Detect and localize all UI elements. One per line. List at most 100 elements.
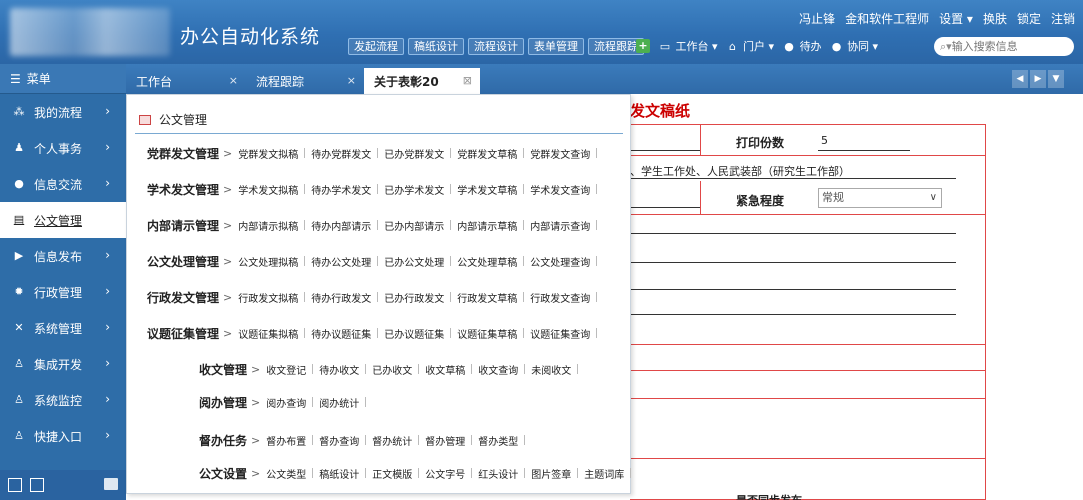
panel-link[interactable]: 待办内部请示 [311,218,371,233]
panel-row-title[interactable]: 公文设置 [155,465,247,482]
panel-link[interactable]: 公文处理拟稿 [238,254,298,269]
panel-link[interactable]: 督办查询 [319,433,359,448]
panel-link[interactable]: 督办类型 [478,433,518,448]
search-input[interactable] [951,40,1052,53]
panel-link[interactable]: 收文查询 [478,362,518,377]
panel-link[interactable]: 已办议题征集 [384,326,444,341]
plus-icon[interactable]: + [636,39,650,53]
panel-link[interactable]: 稿纸设计 [319,466,359,481]
panel-link[interactable]: 公文类型 [266,466,306,481]
urgency-select[interactable]: 常规 ∨ [818,188,942,208]
lock-link[interactable]: 锁定 [1017,10,1041,27]
panel-link[interactable]: 内部请示草稿 [457,218,517,233]
form-manage-button[interactable]: 表单管理 [528,38,584,55]
panel-row-title[interactable]: 阅办管理 [155,394,247,411]
panel-link[interactable]: 待办公文处理 [311,254,371,269]
panel-link[interactable]: 公文处理查询 [530,254,590,269]
panel-link[interactable]: 阅办查询 [266,395,306,410]
panel-link[interactable]: 督办管理 [425,433,465,448]
panel-row-title[interactable]: 公文处理管理 [127,253,219,270]
panel-link[interactable]: 议题征集草稿 [457,326,517,341]
tab-scroll-left-icon[interactable]: ◀ [1012,70,1028,88]
panel-link[interactable]: 行政发文草稿 [457,290,517,305]
panel-link[interactable]: 收文登记 [266,362,306,377]
tab-menu-icon[interactable]: ▼ [1048,70,1064,88]
panel-link[interactable]: 已办学术发文 [384,182,444,197]
user-role[interactable]: 金和软件工程师 [845,10,929,27]
panel-row-title[interactable]: 党群发文管理 [127,145,219,162]
close-tab-icon[interactable]: ⊠ [463,74,472,87]
sidebar-item-info-publish[interactable]: ▶ 信息发布 › [0,238,126,274]
user-name[interactable]: 冯止锋 [799,10,835,27]
panel-link[interactable]: 待办党群发文 [311,146,371,161]
panel-link[interactable]: 已办行政发文 [384,290,444,305]
sidebar-item-system-manage[interactable]: ✕ 系统管理 › [0,310,126,346]
collapse-sidebar-icon[interactable] [104,478,118,490]
sidebar-item-shortcut[interactable]: ♙ 快捷入口 › [0,418,126,454]
panel-row-title[interactable]: 督办任务 [155,432,247,449]
settings-link[interactable]: 设置 ▾ [939,10,973,27]
panel-link[interactable]: 已办党群发文 [384,146,444,161]
panel-row-title[interactable]: 议题征集管理 [127,325,219,342]
panel-link[interactable]: 正文模版 [372,466,412,481]
panel-link[interactable]: 行政发文拟稿 [238,290,298,305]
panel-link[interactable]: 收文草稿 [425,362,465,377]
panel-row-title[interactable]: 内部请示管理 [127,217,219,234]
panel-link[interactable]: 图片签章 [531,466,571,481]
panel-link[interactable]: 内部请示查询 [530,218,590,233]
sidebar-item-admin[interactable]: ✹ 行政管理 › [0,274,126,310]
panel-link[interactable]: 党群发文查询 [530,146,590,161]
sidebar-item-integration[interactable]: ♙ 集成开发 › [0,346,126,382]
tab-workbench[interactable]: 工作台 × [126,68,246,94]
panel-link[interactable]: 已办收文 [372,362,412,377]
panel-link[interactable]: 已办公文处理 [384,254,444,269]
logout-link[interactable]: 注销 [1051,10,1075,27]
sidebar-item-info-exchange[interactable]: ● 信息交流 › [0,166,126,202]
panel-link[interactable]: 学术发文草稿 [457,182,517,197]
panel-link[interactable]: 党群发文拟稿 [238,146,298,161]
panel-link[interactable]: 党群发文草稿 [457,146,517,161]
panel-link[interactable]: 主题词库 [584,466,624,481]
panel-link[interactable]: 督办布置 [266,433,306,448]
close-tab-icon[interactable]: × [347,74,356,87]
panel-link[interactable]: 已办内部请示 [384,218,444,233]
panel-link[interactable]: 行政发文查询 [530,290,590,305]
panel-link[interactable]: 待办学术发文 [311,182,371,197]
panel-link[interactable]: 公文处理草稿 [457,254,517,269]
sidebar-item-document-management[interactable]: ▤ 公文管理 [0,202,126,238]
tab-scroll-right-icon[interactable]: ▶ [1030,70,1046,88]
panel-link[interactable]: 议题征集拟稿 [238,326,298,341]
search-icon[interactable]: ⌕▾ [940,40,952,54]
recipients-value[interactable]: 、学生工作处、人民武装部（研究生工作部） [630,163,850,179]
panel-link[interactable]: 红头设计 [478,466,518,481]
sidebar-item-my-flow[interactable]: ⁂ 我的流程 › [0,94,126,130]
tab-flow-track[interactable]: 流程跟踪 × [246,68,364,94]
list-view-icon[interactable] [30,478,44,492]
todo-link[interactable]: ● 待办 [782,38,821,54]
workbench-menu[interactable]: ▭ 工作台 ▾ [658,38,718,54]
flow-design-button[interactable]: 流程设计 [468,38,524,55]
print-copies-value[interactable]: 5 [821,134,828,147]
panel-row-title[interactable]: 学术发文管理 [127,181,219,198]
panel-link[interactable]: 待办议题征集 [311,326,371,341]
sidebar-item-personal[interactable]: ♟ 个人事务 › [0,130,126,166]
panel-link[interactable]: 待办行政发文 [311,290,371,305]
close-tab-icon[interactable]: × [229,74,238,87]
panel-link[interactable]: 待办收文 [319,362,359,377]
panel-link[interactable]: 议题征集查询 [530,326,590,341]
panel-link[interactable]: 未阅收文 [531,362,571,377]
tab-commendation[interactable]: 关于表彰20 ⊠ [364,68,480,94]
panel-row-title[interactable]: 收文管理 [155,361,247,378]
panel-row-title[interactable]: 行政发文管理 [127,289,219,306]
panel-link[interactable]: 公文字号 [425,466,465,481]
panel-link[interactable]: 学术发文查询 [530,182,590,197]
panel-link[interactable]: 督办统计 [372,433,412,448]
sidebar-item-monitor[interactable]: ♙ 系统监控 › [0,382,126,418]
notify-menu[interactable]: ● 协同 ▾ [830,38,878,54]
grid-view-icon[interactable] [8,478,22,492]
skin-link[interactable]: 换肤 [983,10,1007,27]
draft-design-button[interactable]: 稿纸设计 [408,38,464,55]
portal-menu[interactable]: ⌂ 门户 ▾ [726,38,774,54]
start-flow-button[interactable]: 发起流程 [348,38,404,55]
panel-link[interactable]: 学术发文拟稿 [238,182,298,197]
